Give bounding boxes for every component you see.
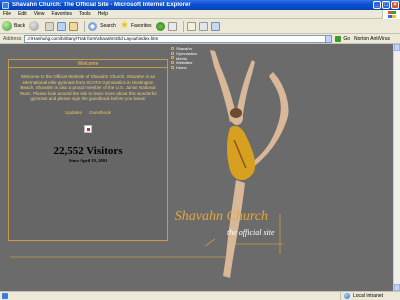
favorites-button[interactable]: ★ Favorites [120, 21, 152, 31]
media-icon[interactable] [155, 21, 165, 31]
toolbar-separator [84, 20, 86, 32]
welcome-heading: Welcome [9, 60, 167, 68]
menu-help[interactable]: Help [98, 11, 108, 17]
search-label: Search [100, 23, 116, 29]
home-icon[interactable] [69, 21, 79, 31]
intranet-globe-icon [344, 293, 350, 299]
menu-favorites[interactable]: Favorites [51, 11, 72, 17]
back-arrow-icon [2, 21, 12, 31]
nav-bullet-icon [171, 51, 174, 55]
norton-antivirus-link[interactable]: Norton AntiVirus [354, 36, 390, 42]
gymnast-photo [210, 50, 289, 278]
nav-bullet-icon [171, 56, 174, 60]
counter-badge-icon[interactable] [84, 124, 92, 133]
search-button[interactable]: Search [88, 21, 116, 31]
go-arrow-icon [335, 35, 342, 42]
security-zone: Local intranet [340, 291, 400, 300]
star-icon: ★ [119, 20, 129, 31]
edit-icon[interactable] [210, 21, 220, 31]
menu-tools[interactable]: Tools [79, 11, 91, 17]
menu-file[interactable]: File [3, 11, 11, 17]
nav-bullet-icon [171, 46, 174, 50]
window-title: Shavahn Church: The Official Site - Micr… [12, 2, 191, 8]
print-icon[interactable] [198, 21, 208, 31]
stop-icon[interactable] [45, 21, 55, 31]
nav-label: Home [176, 65, 187, 71]
go-label: Go [343, 35, 351, 42]
menu-view[interactable]: View [34, 11, 45, 17]
windows-logo-icon [382, 10, 400, 19]
nav-bullet-icon [171, 66, 174, 70]
address-bar: Address J:\Hanhui\g.com\brittany\Trak fo… [0, 34, 400, 44]
menu-edit[interactable]: Edit [18, 11, 27, 17]
go-button[interactable]: Go [335, 35, 351, 42]
address-label: Address [3, 35, 22, 42]
guestbook-link[interactable]: Guestbook [89, 110, 111, 115]
status-bar: Local intranet [0, 291, 400, 300]
forward-arrow-icon [29, 21, 40, 31]
search-icon [88, 21, 98, 31]
page-url: J:\Hanhui\g.com\brittany\Trak form\shava… [27, 36, 159, 41]
favorites-label: Favorites [130, 23, 152, 29]
standard-toolbar: Back Search ★ Favorites [0, 19, 400, 34]
back-label: Back [14, 23, 26, 29]
page-content: Welcome Welcome to the Official Website … [0, 44, 393, 291]
forward-button[interactable] [29, 21, 41, 31]
vertical-scrollbar[interactable] [393, 44, 400, 291]
menu-bar: File Edit View Favorites Tools Help [0, 10, 400, 19]
back-button[interactable]: Back [2, 21, 25, 31]
close-button[interactable]: × [391, 1, 399, 9]
nav-bullet-icon [171, 61, 174, 65]
brand-name: Shavahn Church [174, 209, 268, 224]
brand-tagline: the official site [227, 228, 275, 237]
zone-label: Local intranet [353, 293, 384, 299]
maximize-button[interactable]: □ [382, 1, 390, 9]
scroll-up-arrow-icon[interactable] [394, 44, 400, 51]
history-icon[interactable] [167, 21, 177, 31]
mail-icon[interactable] [186, 21, 196, 31]
address-dropdown-button[interactable] [326, 34, 333, 43]
visitor-since: Since April 19, 2003 [68, 157, 108, 163]
title-bar: Shavahn Church: The Official Site - Micr… [0, 0, 400, 10]
ie-icon [2, 1, 9, 9]
refresh-icon[interactable] [57, 21, 67, 31]
toolbar-separator [182, 20, 184, 32]
updates-link[interactable]: Updates [65, 110, 82, 115]
address-input[interactable]: J:\Hanhui\g.com\brittany\Trak form\shava… [24, 34, 327, 43]
welcome-text: Welcome to the Official Website of Shava… [19, 74, 157, 102]
minimize-button[interactable]: _ [373, 1, 381, 9]
panel-links: Updates Guestbook [9, 110, 167, 115]
scroll-down-arrow-icon[interactable] [394, 284, 400, 291]
welcome-panel: Welcome Welcome to the Official Website … [8, 59, 168, 241]
page-status-icon [2, 293, 8, 299]
visitor-count: 22,552 Visitors [53, 144, 123, 157]
